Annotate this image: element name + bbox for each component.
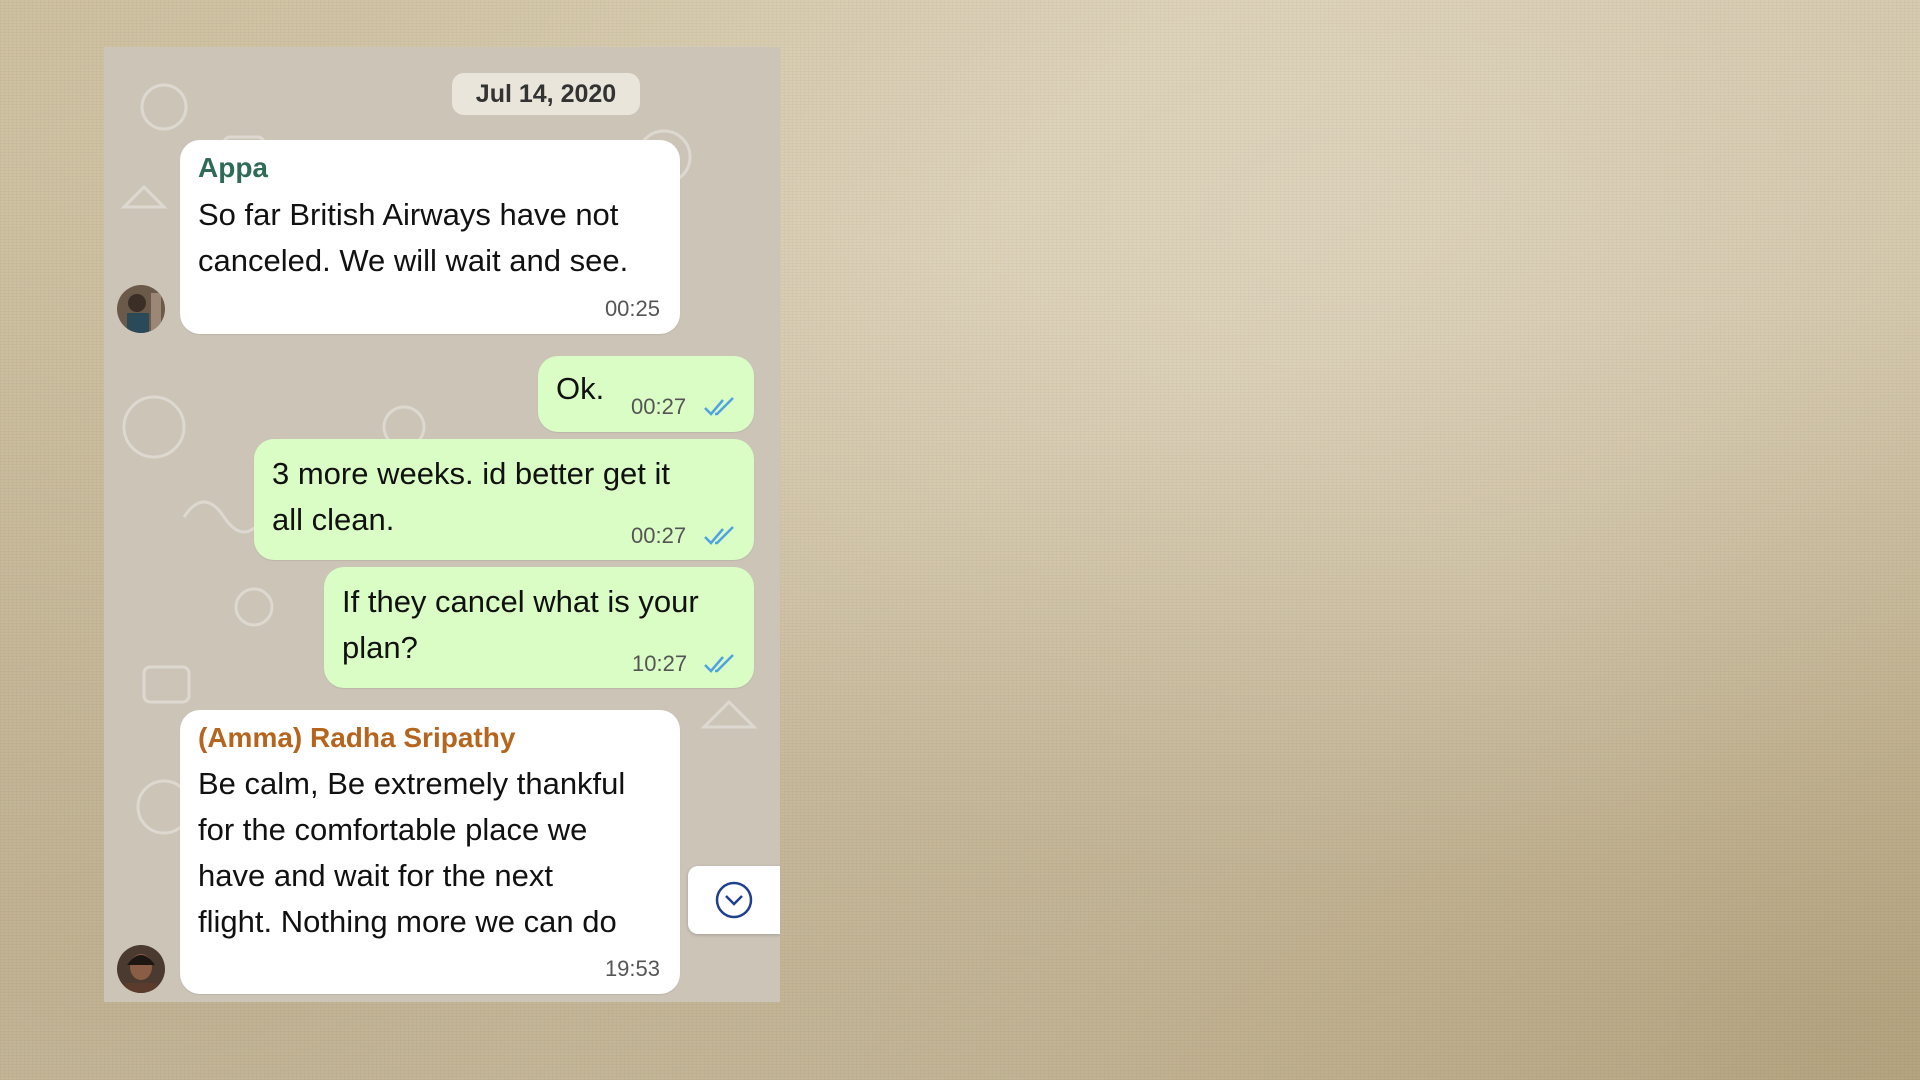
message-text-line: all clean.	[272, 502, 395, 537]
message-time: 00:25	[604, 296, 660, 321]
scroll-to-bottom-button[interactable]	[688, 866, 780, 934]
message-text-line: 3 more weeks. id better get it	[272, 456, 671, 491]
message-bubble-outgoing[interactable]: 3 more weeks. id better get it all clean…	[254, 439, 754, 560]
message-bubble-outgoing[interactable]: Ok. 00:27	[538, 356, 754, 432]
message-text-line: canceled. We will wait and see.	[198, 243, 629, 278]
message-text-line: Be calm, Be extremely thankful	[198, 766, 626, 801]
message-text-line: plan?	[342, 630, 418, 665]
message-text-line: So far British Airways have not	[198, 197, 619, 232]
double-check-icon	[704, 654, 734, 673]
message-sender: (Amma) Radha Sripathy	[198, 722, 516, 753]
message-bubble-incoming[interactable]: Appa So far British Airways have not can…	[180, 140, 680, 334]
chevron-down-circle-icon	[715, 881, 753, 919]
message-text-line: If they cancel what is your	[342, 584, 699, 619]
avatar-photo-icon	[117, 285, 165, 333]
date-separator: Jul 14, 2020	[452, 73, 640, 115]
message-time: 10:27	[632, 651, 688, 676]
message-text-line: Ok.	[556, 371, 605, 406]
message-bubble-outgoing[interactable]: If they cancel what is your plan? 10:27	[324, 567, 754, 688]
double-check-icon	[704, 397, 734, 416]
avatar[interactable]	[117, 945, 165, 993]
double-check-icon	[704, 526, 734, 545]
message-text-line: have and wait for the next	[198, 858, 554, 893]
message-text-line: for the comfortable place we	[198, 812, 588, 847]
message-sender: Appa	[198, 152, 268, 183]
chat-window[interactable]: Jul 14, 2020 Appa So far British Airways…	[104, 47, 780, 1002]
message-time: 19:53	[604, 956, 660, 981]
message-text-line: flight. Nothing more we can do	[198, 904, 617, 939]
message-bubble-incoming[interactable]: (Amma) Radha Sripathy Be calm, Be extrem…	[180, 710, 680, 994]
message-time: 00:27	[631, 523, 687, 548]
message-time: 00:27	[631, 394, 687, 419]
avatar[interactable]	[117, 285, 165, 333]
avatar-photo-icon	[117, 945, 165, 993]
